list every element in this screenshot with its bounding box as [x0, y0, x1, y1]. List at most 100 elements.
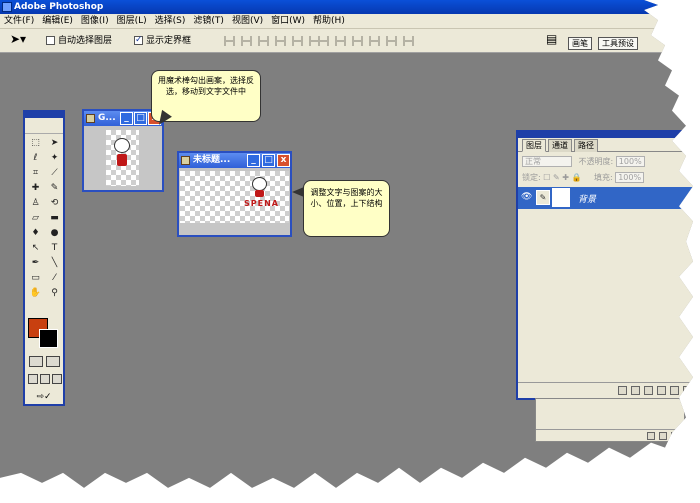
jump-to-imageready-icon[interactable]: ⇨✓ — [29, 392, 59, 403]
toolbox-panel: ⬚ ➤ ℓ ✦ ⌗ ⟋ ✚ ✎ ♙ ⟲ ▱ ▬ ♦ ● ↖ T ✒ ╲ ▭ ⁄ ✋ ⚲ ⇨✓ — [23, 110, 65, 406]
opacity-field[interactable]: 100% — [615, 156, 645, 167]
move-tool-icon[interactable]: ➤ — [46, 136, 63, 150]
hand-tool-icon[interactable]: ✋ — [27, 286, 44, 300]
doc1-canvas[interactable] — [106, 130, 139, 186]
line-tool-icon[interactable]: ╲ — [46, 256, 63, 270]
align-vcenter-icon[interactable] — [241, 36, 252, 46]
menu-file[interactable]: 文件(F) — [0, 14, 38, 29]
trash-icon[interactable] — [671, 432, 679, 440]
new-set-icon[interactable] — [644, 386, 653, 395]
auto-select-checkbox-box[interactable] — [46, 36, 55, 45]
toolbox-logo — [25, 118, 63, 134]
options-bar: ➤▾ 自动选择图层 显示定界框 ▤ 画笔 工具预设 — [0, 29, 693, 53]
trash-icon[interactable] — [683, 386, 692, 395]
minimize-button[interactable]: _ — [247, 154, 260, 167]
crop-tool-icon[interactable]: ⌗ — [27, 166, 44, 180]
torn-edge-frame: Adobe Photoshop 文件(F) 编辑(E) 图像(I) 图层(L) 选择(S… — [0, 0, 693, 488]
layer-mask-icon[interactable] — [631, 386, 640, 395]
history-panel-footer — [536, 429, 684, 441]
tab-brushes[interactable]: 画笔 — [568, 37, 592, 50]
menu-filter[interactable]: 滤镜(T) — [189, 14, 228, 29]
layers-panel: 图层 通道 路径 正常 不透明度: 100% 锁定: ☐ ✎ ✚ 🔒 填充: 1… — [516, 130, 693, 400]
minimize-button[interactable]: _ — [120, 112, 133, 125]
show-bounds-checkbox-box[interactable] — [134, 34, 143, 46]
document-icon — [86, 114, 95, 123]
snapshot-icon[interactable] — [659, 432, 667, 440]
close-button[interactable]: x — [277, 154, 290, 167]
distribute-buttons-group — [318, 36, 414, 46]
adjustment-layer-icon[interactable] — [657, 386, 666, 395]
eraser-tool-icon[interactable]: ▱ — [27, 211, 44, 225]
screen-mode-menu-icon[interactable] — [40, 374, 50, 384]
align-hcenter-icon[interactable] — [292, 36, 303, 46]
menu-edit[interactable]: 编辑(E) — [38, 14, 77, 29]
tab-paths[interactable]: 路径 — [574, 139, 598, 152]
gradient-tool-icon[interactable]: ▬ — [46, 211, 63, 225]
distribute-left-icon[interactable] — [369, 36, 380, 46]
tool-grid: ⬚ ➤ ℓ ✦ ⌗ ⟋ ✚ ✎ ♙ ⟲ ▱ ▬ ♦ ● ↖ T ✒ ╲ ▭ ⁄ ✋ ⚲ — [25, 134, 63, 302]
eye-icon[interactable]: 👁 — [521, 192, 532, 202]
dodge-tool-icon[interactable]: ● — [46, 226, 63, 240]
slice-tool-icon[interactable]: ⟋ — [46, 166, 63, 180]
screen-mode-full-icon[interactable] — [52, 374, 62, 384]
brush-tool-icon[interactable]: ✎ — [46, 181, 63, 195]
standard-mode-icon[interactable] — [29, 356, 43, 367]
show-bounds-checkbox[interactable]: 显示定界框 — [134, 34, 191, 47]
align-top-icon[interactable] — [224, 36, 235, 46]
opacity-label: 不透明度: — [578, 157, 614, 166]
history-brush-tool-icon[interactable]: ⟲ — [46, 196, 63, 210]
cartoon-head-figure — [114, 138, 130, 153]
align-buttons-group — [224, 36, 320, 46]
quick-mask-mode-icon[interactable] — [46, 356, 60, 367]
tab-tool-presets[interactable]: 工具预设 — [598, 37, 638, 50]
file-browser-icon[interactable]: ▤ — [546, 33, 557, 45]
blend-mode-select[interactable]: 正常 — [522, 156, 572, 167]
menu-help[interactable]: 帮助(H) — [309, 14, 349, 29]
document-window-source: G... _ □ x — [82, 109, 164, 192]
notes-tool-icon[interactable]: ▭ — [27, 271, 44, 285]
distribute-right-icon[interactable] — [403, 36, 414, 46]
align-bottom-icon[interactable] — [258, 36, 269, 46]
doc2-canvas[interactable]: SPENA — [180, 171, 289, 223]
path-select-tool-icon[interactable]: ↖ — [27, 241, 44, 255]
maximize-button[interactable]: □ — [134, 112, 147, 125]
fill-field[interactable]: 100% — [615, 172, 645, 183]
pen-tool-icon[interactable]: ✒ — [27, 256, 44, 270]
align-left-icon[interactable] — [275, 36, 286, 46]
doc2-titlebar[interactable]: 未标题... _ □ x — [179, 153, 290, 168]
background-color-swatch[interactable] — [39, 329, 58, 348]
auto-select-layer-checkbox[interactable]: 自动选择图层 — [46, 35, 112, 47]
layer-style-icon[interactable] — [618, 386, 627, 395]
distribute-top-icon[interactable] — [318, 36, 329, 46]
distribute-bottom-icon[interactable] — [352, 36, 363, 46]
maximize-button[interactable]: □ — [262, 154, 275, 167]
tab-channels[interactable]: 通道 — [548, 139, 572, 152]
layer-row-background[interactable]: 👁 ✎ 背景 — [518, 187, 693, 209]
new-document-icon[interactable] — [647, 432, 655, 440]
new-layer-icon[interactable] — [670, 386, 679, 395]
menu-view[interactable]: 视图(V) — [228, 14, 267, 29]
zoom-tool-icon[interactable]: ⚲ — [46, 286, 63, 300]
distribute-vcenter-icon[interactable] — [335, 36, 346, 46]
menu-window[interactable]: 窗口(W) — [267, 14, 309, 29]
menu-select[interactable]: 选择(S) — [151, 14, 190, 29]
healing-tool-icon[interactable]: ✚ — [27, 181, 44, 195]
type-tool-icon[interactable]: T — [46, 241, 63, 255]
move-tool-icon[interactable]: ➤▾ — [10, 33, 26, 45]
lock-icons[interactable]: ☐ ✎ ✚ 🔒 — [543, 173, 581, 182]
menu-image[interactable]: 图像(I) — [77, 14, 113, 29]
tab-layers[interactable]: 图层 — [522, 139, 546, 152]
stamp-tool-icon[interactable]: ♙ — [27, 196, 44, 210]
lasso-tool-icon[interactable]: ℓ — [27, 151, 44, 165]
distribute-hcenter-icon[interactable] — [386, 36, 397, 46]
layers-panel-tabs: 图层 通道 路径 — [518, 138, 693, 152]
marquee-tool-icon[interactable]: ⬚ — [27, 136, 44, 150]
menu-layer[interactable]: 图层(L) — [113, 14, 151, 29]
callout-first-text: 用魔术棒勾出画案，选择反选，移动到文字文件中 — [158, 76, 254, 96]
eyedropper-tool-icon[interactable]: ⁄ — [46, 271, 63, 285]
doc2-text-layer: SPENA — [244, 199, 279, 208]
screen-mode-standard-icon[interactable] — [28, 374, 38, 384]
brush-link-icon[interactable]: ✎ — [536, 190, 550, 205]
blur-tool-icon[interactable]: ♦ — [27, 226, 44, 240]
magic-wand-tool-icon[interactable]: ✦ — [46, 151, 63, 165]
